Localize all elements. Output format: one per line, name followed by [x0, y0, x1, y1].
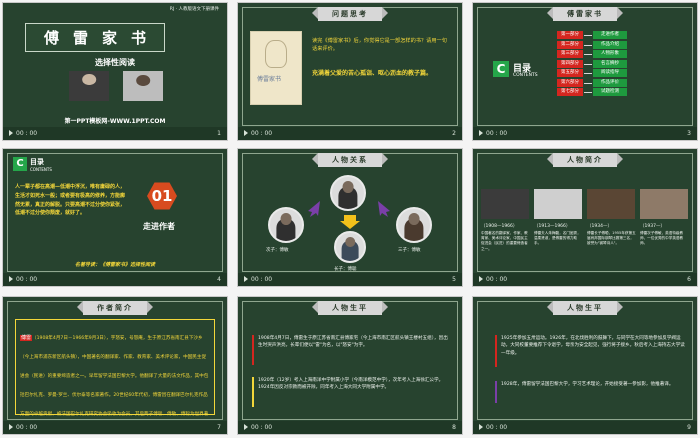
person-photo [640, 189, 688, 219]
author-name: 傅雷 [20, 335, 33, 341]
slide-footer: 00 : 00 7 [3, 421, 227, 434]
slide-banner: 人物简介 [547, 153, 623, 167]
person-photo [481, 189, 529, 219]
quote-text: 人一辈子都在高潮—低潮中浮沉，唯有庸碌的人，生活才如死水一般；或者要有极高的修养… [15, 184, 126, 217]
slide-5[interactable]: 人物关系 次子：傅敏 三子：傅敏 长子：傅聪 00 : 00 5 [237, 148, 463, 287]
play-icon [9, 130, 13, 136]
slide-9[interactable]: 人物生平 1925年参加五卅运动。1926年，在北伐胜利的鼓舞下，与同学在大同等… [472, 296, 698, 435]
slide-number: 5 [452, 276, 456, 283]
slide-number: 8 [452, 424, 456, 431]
label-right: 三子：傅敏 [398, 248, 421, 253]
toc-subtitle: CONTENTS [30, 167, 52, 172]
contents-c-icon: C [493, 61, 509, 77]
timeline-marker-yellow [252, 377, 254, 407]
answer-text: 充满着父爱的苦心孤诣、呕心沥血的教子篇。 [312, 70, 433, 77]
slide-title: 傅雷家书 [25, 23, 166, 52]
slide-2[interactable]: 问题思考 傅雷家书 读完《傅雷家书》后，你觉得它是一部怎样的书？请用一句话来评价… [237, 2, 463, 141]
bio-box: 傅雷（1908年4月7日－1966年9月3日），字怒安，号怒庵，生于原江苏省南汇… [15, 319, 215, 434]
slide-footer: 00 : 00 6 [473, 273, 697, 286]
slide-banner: 人物生平 [547, 301, 623, 315]
slide-number: 3 [687, 130, 691, 137]
portrait-photo-left [69, 71, 109, 101]
timeline-marker-red [495, 335, 497, 367]
toc-subtitle: CONTENTS [513, 73, 538, 78]
person-photo [587, 189, 635, 219]
play-icon [9, 424, 13, 430]
slide-number: 7 [217, 424, 221, 431]
book-cover-sketch [265, 40, 287, 68]
slide-banner: 傅雷家书 [547, 7, 623, 21]
timeline-marker-red [252, 335, 254, 365]
slide-8[interactable]: 人物生平 1908年4月7日，傅雷生于原江苏省南汇县傅家宅（今上海市南汇区航头镇… [237, 296, 463, 435]
slide-header: RJ · 人教版语文下册课件 [169, 7, 219, 12]
slide-number: 6 [687, 276, 691, 283]
play-icon [479, 424, 483, 430]
slide-thumbnail-grid: RJ · 人教版语文下册课件 傅雷家书 选择性阅读 第一PPT模板网-WWW.1… [0, 0, 700, 438]
person-card: （1937—） 傅雷次子傅敏，英语特级教师，一位优秀的中学英语教师。 [640, 189, 690, 247]
play-icon [479, 130, 483, 136]
person-card: （1934—） 傅雷长子傅聪，1955年获第五届肖邦国际钢琴比赛第三名，被誉为"… [587, 189, 637, 247]
slide-footer: 00 : 00 9 [473, 421, 697, 434]
slide-number: 2 [452, 130, 456, 137]
slide-7[interactable]: 作者简介 傅雷（1908年4月7日－1966年9月3日），字怒安，号怒庵，生于原… [2, 296, 228, 435]
contents-c-icon: C [13, 157, 27, 171]
arrow-down-icon [340, 215, 360, 229]
slide-banner: 人物生平 [312, 301, 388, 315]
timeline-event: 1908年4月7日，傅雷生于原江苏省南汇县傅家宅（今上海市南汇区航头镇王楼村五组… [258, 336, 448, 349]
arrow-right-icon [378, 201, 390, 217]
slide-3[interactable]: 傅雷家书 C 目录 CONTENTS 第一部分 走进作者 第二部分 作品介绍 第三部… [472, 2, 698, 141]
play-icon [244, 424, 248, 430]
timeline-event: 1928年，傅雷留学法国巴黎大学，学习艺术理论，开始接受著一参加影，他推著译。 [501, 382, 674, 387]
slide-1[interactable]: RJ · 人教版语文下册课件 傅雷家书 选择性阅读 第一PPT模板网-WWW.1… [2, 2, 228, 141]
slide-footer: 00 : 00 5 [238, 273, 462, 286]
person-card: （1913—1966） 傅雷夫人朱梅馥，名门闺秀，温柔贤淑，是傅雷的得力助手。 [534, 189, 584, 247]
slide-footer: 00 : 00 3 [473, 127, 697, 140]
toc-title: 目录 [30, 158, 44, 166]
person-card: （1908—1966） 中国著名的翻译家、作家、教育家、美术评论家，中国民主促进… [481, 189, 531, 252]
label-left: 次子：傅敏 [266, 248, 289, 253]
slide-number: 4 [217, 276, 221, 283]
website-link[interactable]: 第一PPT模板网-WWW.1PPT.COM [3, 116, 227, 125]
person-photo [534, 189, 582, 219]
slide-footer: 00 : 00 4 [3, 273, 227, 286]
portrait-photo-right [123, 71, 163, 101]
play-icon [9, 276, 13, 282]
slide-frame [477, 301, 693, 420]
timeline-event: 1925年参加五卅运动。1926年，在北伐胜利的鼓舞下，与同学在大同等地参加反学… [501, 336, 685, 356]
slide-banner: 作者简介 [77, 301, 153, 315]
slide-banner: 问题思考 [312, 7, 388, 21]
slide-6[interactable]: 人物简介 （1908—1966） 中国著名的翻译家、作家、教育家、美术评论家，中… [472, 148, 698, 287]
timeline-marker-purple [495, 381, 497, 403]
timeline-event: 1920年（12岁）考入上海南洋中学附属小学（今南洋模范中学），次年考入上海徐汇… [258, 378, 444, 391]
slide-footer: 00 : 00 2 [238, 127, 462, 140]
slide-number: 9 [687, 424, 691, 431]
slide-footer: 00 : 00 8 [238, 421, 462, 434]
book-cover-title: 傅雷家书 [257, 76, 282, 83]
slide-number: 1 [217, 130, 221, 137]
slide-frame [242, 301, 458, 420]
label-bottom: 长子：傅聪 [334, 267, 357, 272]
play-icon [244, 130, 248, 136]
question-text: 读完《傅雷家书》后，你觉得它是一部怎样的书？请用一句话来评价。 [312, 38, 447, 53]
slide-4[interactable]: C 目录 CONTENTS 人一辈子都在高潮—低潮中浮沉，唯有庸碌的人，生活才如… [2, 148, 228, 287]
slide-frame [477, 7, 693, 126]
chapter-title: 走进作者 [143, 222, 175, 231]
play-icon [479, 276, 483, 282]
book-cover-image: 傅雷家书 [250, 31, 302, 105]
slide-subtitle: 选择性阅读 [95, 58, 135, 67]
slide-footer: 00 : 00 1 [3, 127, 227, 140]
guide-line: 名著导读：《傅雷家书》选择性阅读 [74, 262, 155, 268]
arrow-left-icon [308, 201, 320, 217]
play-icon [244, 276, 248, 282]
